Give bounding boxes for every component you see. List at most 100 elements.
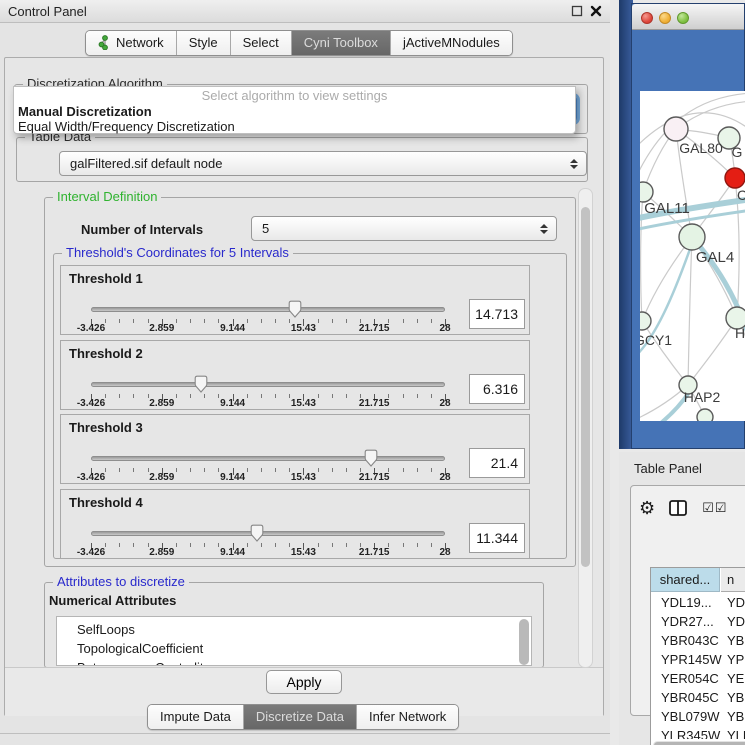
svg-text:GAL80: GAL80 xyxy=(679,140,723,156)
zoom-light[interactable] xyxy=(677,12,689,24)
split-column-icon[interactable] xyxy=(669,500,688,517)
popup-placeholder-item[interactable]: Select algorithm to view settings xyxy=(14,88,575,103)
tab-label: Infer Network xyxy=(369,709,446,724)
tab-impute-data[interactable]: Impute Data xyxy=(148,705,244,729)
table-row[interactable]: YDL19...YDL1 xyxy=(651,593,745,612)
number-of-intervals-label: Number of Intervals xyxy=(81,222,203,237)
tab-network[interactable]: Network xyxy=(86,31,177,55)
tab-label: Select xyxy=(243,35,279,50)
table-row[interactable]: YBR045CYBR0 xyxy=(651,688,745,707)
threshold-value-field[interactable]: 11.344 xyxy=(469,523,525,553)
table-horizontal-scrollbar[interactable] xyxy=(653,741,745,745)
threshold-4-box: Threshold 4-3.4262.8599.14415.4321.71528… xyxy=(60,489,530,559)
numerical-attributes-list[interactable]: SelfLoopsTopologicalCoefficientBetweenne… xyxy=(56,616,532,666)
minimize-light[interactable] xyxy=(659,12,671,24)
slider-thumb[interactable] xyxy=(193,374,209,393)
table-row[interactable]: YPR145WYPR1 xyxy=(651,650,745,669)
attribute-list-item[interactable]: TopologicalCoefficient xyxy=(77,639,203,658)
panel-vertical-scrollbar[interactable] xyxy=(578,188,593,668)
table-data-group: Table Data galFiltered.sif default node xyxy=(16,137,588,182)
tick-label: 2.859 xyxy=(149,472,174,483)
minor-tick xyxy=(105,543,106,547)
table-panel-body: ⚙ ☑☑ shared... n YDL19...YDL1YDR27...YDR… xyxy=(630,485,745,716)
threshold-value-field[interactable]: 14.713 xyxy=(469,299,525,329)
network-window-titlebar[interactable] xyxy=(632,4,744,30)
minor-tick xyxy=(388,543,389,547)
algorithm-dropdown-popup: Select algorithm to view settings Manual… xyxy=(13,86,576,134)
network-icon xyxy=(98,35,111,50)
slider-track[interactable] xyxy=(91,531,445,536)
gear-icon[interactable]: ⚙ xyxy=(639,498,655,519)
tab-label: Discretize Data xyxy=(256,709,344,724)
thresholds-group: Threshold's Coordinates for 5 Intervals … xyxy=(53,253,567,559)
cell-name: YER0 xyxy=(727,669,745,688)
minor-tick xyxy=(275,543,276,547)
slider-thumb[interactable] xyxy=(363,448,379,467)
minor-tick xyxy=(176,543,177,547)
slider-thumb[interactable] xyxy=(287,299,303,318)
checked-checkbox-icons[interactable]: ☑☑ xyxy=(702,501,727,516)
svg-text:G: G xyxy=(732,144,743,160)
network-canvas[interactable]: GAL80GCGAL11GAL4GCY1HHAP2 xyxy=(640,91,745,421)
apply-button[interactable]: Apply xyxy=(266,670,342,694)
minor-tick xyxy=(318,394,319,398)
combo-arrows-icon xyxy=(570,159,578,169)
svg-text:GAL4: GAL4 xyxy=(696,249,734,266)
slider-track[interactable] xyxy=(91,456,445,461)
table-row[interactable]: YBL079WYBL0 xyxy=(651,707,745,726)
threshold-value-field[interactable]: 21.4 xyxy=(469,448,525,478)
window-title: Control Panel xyxy=(8,4,87,19)
table-data-combo-value: galFiltered.sif default node xyxy=(70,156,222,171)
tab-label: jActiveMNodules xyxy=(403,35,500,50)
tab-label: Impute Data xyxy=(160,709,231,724)
attribute-list-item[interactable]: SelfLoops xyxy=(77,620,135,639)
minor-tick xyxy=(318,543,319,547)
control-panel-titlebar[interactable]: Control Panel xyxy=(0,0,610,23)
list-scrollbar[interactable] xyxy=(519,619,529,665)
table-row[interactable]: YLR345WYLR3 xyxy=(651,726,745,739)
minor-tick xyxy=(346,319,347,323)
minor-tick xyxy=(403,319,404,323)
attribute-list-item[interactable]: BetweennessCentrality xyxy=(77,658,210,666)
slider-track[interactable] xyxy=(91,382,445,387)
table-rows[interactable]: YDL19...YDL1YDR27...YDR2YBR043CYBR0YPR14… xyxy=(651,593,745,739)
number-of-intervals-combo[interactable]: 5 xyxy=(251,216,557,241)
tab-jactivemnodules[interactable]: jActiveMNodules xyxy=(391,31,512,55)
minor-tick xyxy=(204,468,205,472)
slider-thumb[interactable] xyxy=(249,523,265,542)
minor-tick xyxy=(388,319,389,323)
column-header-name[interactable]: n xyxy=(721,568,745,592)
tab-select[interactable]: Select xyxy=(231,31,292,55)
popup-item-equal-width-frequency[interactable]: Equal Width/Frequency Discretization xyxy=(14,119,575,134)
popup-item-manual-discretization[interactable]: Manual Discretization xyxy=(14,104,575,119)
tab-infer-network[interactable]: Infer Network xyxy=(357,705,458,729)
minor-tick xyxy=(247,468,248,472)
tab-style[interactable]: Style xyxy=(177,31,231,55)
table-data-combo[interactable]: galFiltered.sif default node xyxy=(59,151,587,176)
table-panel-window: Table Panel ⚙ ☑☑ shared... n YDL19...YDL… xyxy=(619,452,745,745)
slider-track[interactable] xyxy=(91,307,445,312)
tick-label: 2.859 xyxy=(149,323,174,334)
close-icon[interactable] xyxy=(590,5,602,17)
table-row[interactable]: YER054CYER0 xyxy=(651,669,745,688)
column-header-shared-name[interactable]: shared... xyxy=(651,568,720,592)
close-light[interactable] xyxy=(641,12,653,24)
scrollbar-thumb[interactable] xyxy=(581,207,590,567)
table-row[interactable]: YBR043CYBR0 xyxy=(651,631,745,650)
threshold-2-box: Threshold 2-3.4262.8599.14415.4321.71528… xyxy=(60,340,530,410)
minor-tick xyxy=(346,394,347,398)
tab-discretize-data[interactable]: Discretize Data xyxy=(244,705,357,729)
minor-tick xyxy=(275,394,276,398)
minor-tick xyxy=(417,394,418,398)
float-icon[interactable] xyxy=(571,5,583,17)
combo-arrows-icon xyxy=(540,224,548,234)
tab-cyni-toolbox[interactable]: Cyni Toolbox xyxy=(292,31,391,55)
svg-text:HAP2: HAP2 xyxy=(684,389,721,405)
interval-definition-label: Interval Definition xyxy=(53,189,161,204)
thresholds-group-label: Threshold's Coordinates for 5 Intervals xyxy=(62,245,293,260)
threshold-value-field[interactable]: 6.316 xyxy=(469,374,525,404)
minor-tick xyxy=(133,468,134,472)
table-row[interactable]: YDR27...YDR2 xyxy=(651,612,745,631)
tick-label: 21.715 xyxy=(359,323,390,334)
minor-tick xyxy=(119,394,120,398)
